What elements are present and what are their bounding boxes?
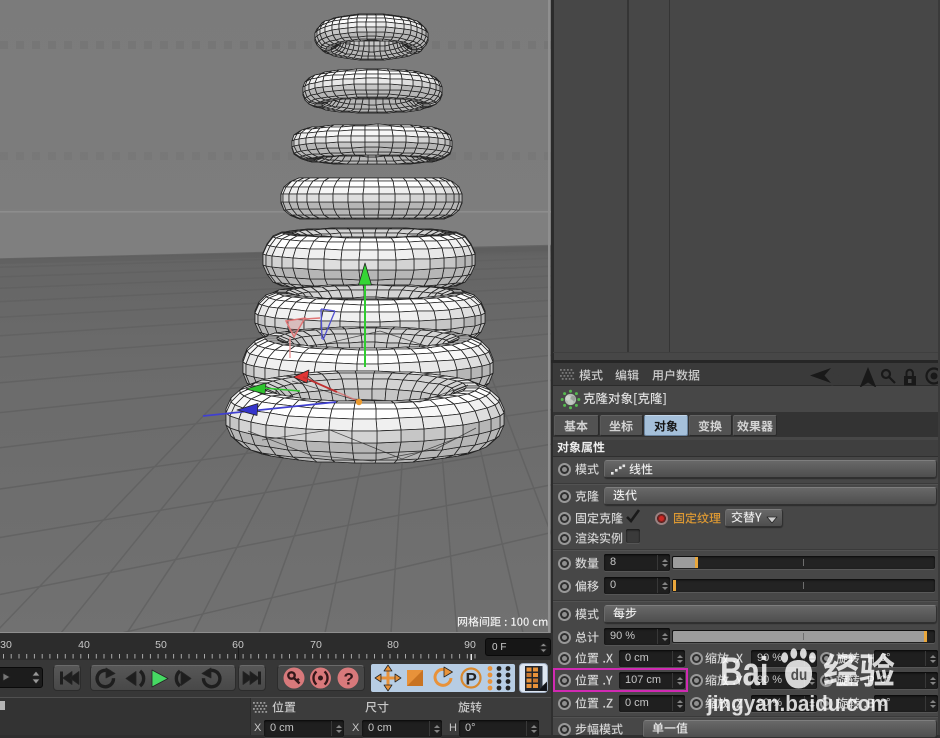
svg-text:P: P	[466, 670, 477, 689]
svg-text:du: du	[791, 667, 807, 684]
svg-text:?: ?	[344, 670, 354, 689]
